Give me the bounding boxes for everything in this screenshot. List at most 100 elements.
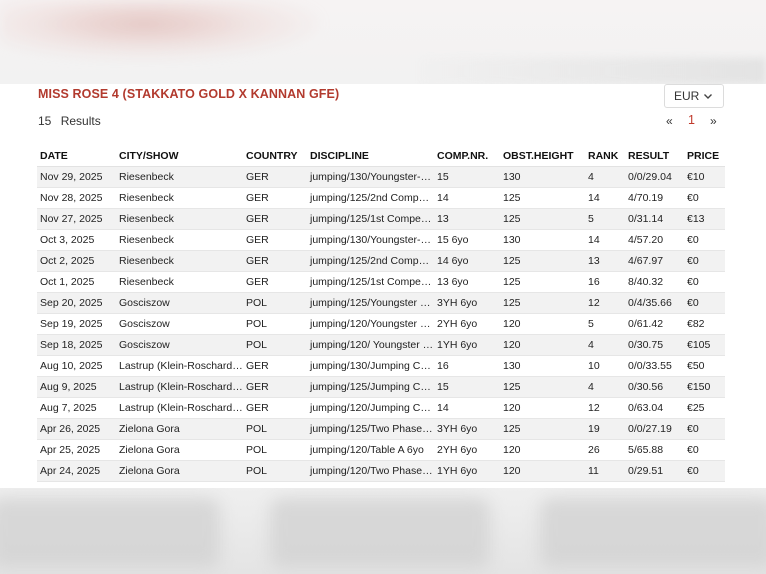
cell-country: GER	[243, 250, 307, 272]
cell-obst-height: 125	[500, 271, 585, 293]
cell-city-show: Zielona Gora	[116, 418, 243, 440]
col-header-result[interactable]: RESULT	[625, 146, 684, 167]
cell-obst-height: 120	[500, 313, 585, 335]
cell-rank: 4	[585, 376, 625, 398]
cell-rank: 16	[585, 271, 625, 293]
col-header-city-show[interactable]: CITY/SHOW	[116, 146, 243, 167]
cell-result: 0/0/27.19	[625, 418, 684, 440]
cell-rank: 19	[585, 418, 625, 440]
cell-comp-nr: 15	[434, 166, 500, 188]
col-header-comp-nr[interactable]: COMP.NR.	[434, 146, 500, 167]
cell-result: 5/65.88	[625, 439, 684, 461]
cell-price: €10	[684, 166, 725, 188]
cell-discipline: jumping/130/Jumping Co…	[307, 355, 434, 377]
cell-comp-nr: 3YH 6yo	[434, 418, 500, 440]
table-row: Sep 20, 2025 Gosciszow POL jumping/125/Youn…	[37, 292, 725, 314]
pagination: « 1 »	[664, 113, 724, 130]
col-header-price[interactable]: PRICE	[684, 146, 725, 167]
cell-country: POL	[243, 418, 307, 440]
cell-country: GER	[243, 229, 307, 251]
cell-discipline: jumping/125/Two Phase…	[307, 418, 434, 440]
cell-date: Sep 18, 2025	[37, 334, 116, 356]
pagination-next-button[interactable]: »	[710, 114, 717, 128]
cell-rank: 14	[585, 187, 625, 209]
col-header-obst-height[interactable]: OBST.HEIGHT	[500, 146, 585, 167]
cell-price: €0	[684, 292, 725, 314]
cell-rank: 26	[585, 439, 625, 461]
cell-result: 0/29.51	[625, 460, 684, 482]
cell-discipline: jumping/125/2nd Compe…	[307, 187, 434, 209]
table-row: Nov 29, 2025 Riesenbeck GER jumping/130/You…	[37, 166, 725, 188]
cell-country: GER	[243, 397, 307, 419]
cell-comp-nr: 16	[434, 355, 500, 377]
cell-country: GER	[243, 166, 307, 188]
cell-country: GER	[243, 355, 307, 377]
cell-price: €25	[684, 397, 725, 419]
col-header-date[interactable]: DATE	[37, 146, 116, 167]
cell-city-show: Lastrup (Klein-Roscharde…	[116, 355, 243, 377]
cell-discipline: jumping/125/2nd Compe…	[307, 250, 434, 272]
cell-date: Apr 26, 2025	[37, 418, 116, 440]
results-label: Results	[60, 114, 101, 128]
cell-discipline: jumping/125/Jumping Co…	[307, 376, 434, 398]
cell-comp-nr: 1YH 6yo	[434, 460, 500, 482]
cell-rank: 5	[585, 208, 625, 230]
cell-obst-height: 130	[500, 355, 585, 377]
cell-country: POL	[243, 292, 307, 314]
cell-result: 0/31.14	[625, 208, 684, 230]
pagination-page-current[interactable]: 1	[688, 113, 695, 127]
chevron-down-icon	[704, 94, 712, 99]
cell-result: 0/30.75	[625, 334, 684, 356]
cell-obst-height: 125	[500, 250, 585, 272]
cell-date: Aug 9, 2025	[37, 376, 116, 398]
cell-comp-nr: 13	[434, 208, 500, 230]
cell-result: 8/40.32	[625, 271, 684, 293]
cell-country: GER	[243, 376, 307, 398]
cell-result: 0/4/35.66	[625, 292, 684, 314]
blurred-logo	[0, 0, 320, 60]
cell-price: €13	[684, 208, 725, 230]
cell-city-show: Riesenbeck	[116, 187, 243, 209]
cell-comp-nr: 2YH 6yo	[434, 313, 500, 335]
cell-city-show: Lastrup (Klein-Roscharde…	[116, 376, 243, 398]
results-count: 15	[38, 114, 52, 128]
cell-discipline: jumping/125/1st Compet…	[307, 271, 434, 293]
col-header-rank[interactable]: RANK	[585, 146, 625, 167]
cell-price: €0	[684, 418, 725, 440]
cell-date: Nov 28, 2025	[37, 187, 116, 209]
results-table: DATE CITY/SHOW COUNTRY DISCIPLINE COMP.N…	[37, 146, 725, 482]
table-row: Apr 26, 2025 Zielona Gora POL jumping/125/T…	[37, 418, 725, 440]
blurred-footer-area	[0, 488, 766, 574]
pagination-prev-button[interactable]: «	[666, 114, 673, 128]
cell-obst-height: 120	[500, 397, 585, 419]
cell-discipline: jumping/130/Youngster-…	[307, 229, 434, 251]
table-row: Nov 28, 2025 Riesenbeck GER jumping/125/2nd…	[37, 187, 725, 209]
cell-rank: 10	[585, 355, 625, 377]
cell-price: €82	[684, 313, 725, 335]
cell-obst-height: 130	[500, 229, 585, 251]
cell-obst-height: 125	[500, 208, 585, 230]
blurred-card	[270, 498, 490, 568]
cell-city-show: Riesenbeck	[116, 229, 243, 251]
results-panel: MISS ROSE 4 (STAKKATO GOLD X KANNAN GFE)…	[0, 84, 766, 488]
cell-rank: 4	[585, 334, 625, 356]
col-header-discipline[interactable]: DISCIPLINE	[307, 146, 434, 167]
table-row: Apr 24, 2025 Zielona Gora POL jumping/120/T…	[37, 460, 725, 482]
cell-country: GER	[243, 187, 307, 209]
table-row: Sep 19, 2025 Gosciszow POL jumping/120/Youn…	[37, 313, 725, 335]
currency-select[interactable]: EUR	[664, 84, 724, 108]
cell-price: €0	[684, 271, 725, 293]
cell-rank: 11	[585, 460, 625, 482]
col-header-country[interactable]: COUNTRY	[243, 146, 307, 167]
table-row: Nov 27, 2025 Riesenbeck GER jumping/125/1st…	[37, 208, 725, 230]
table-row: Oct 3, 2025 Riesenbeck GER jumping/130/Youn…	[37, 229, 725, 251]
cell-obst-height: 125	[500, 292, 585, 314]
cell-date: Oct 1, 2025	[37, 271, 116, 293]
table-row: Oct 1, 2025 Riesenbeck GER jumping/125/1st …	[37, 271, 725, 293]
cell-result: 0/63.04	[625, 397, 684, 419]
page-title: MISS ROSE 4 (STAKKATO GOLD X KANNAN GFE)	[38, 87, 340, 101]
cell-city-show: Zielona Gora	[116, 460, 243, 482]
cell-price: €50	[684, 355, 725, 377]
table-row: Aug 7, 2025 Lastrup (Klein-Roscharde… GER j…	[37, 397, 725, 419]
cell-country: GER	[243, 208, 307, 230]
